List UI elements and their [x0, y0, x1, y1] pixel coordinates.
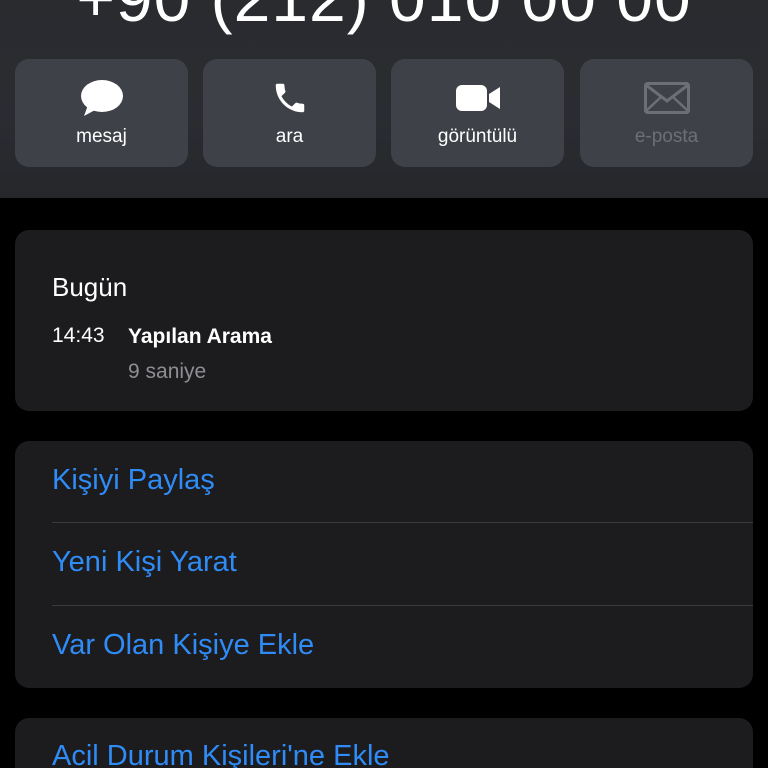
add-to-emergency-contacts-option[interactable]: Acil Durum Kişileri'ne Ekle	[15, 718, 753, 768]
message-bubble-icon	[15, 79, 188, 117]
video-camera-icon	[391, 79, 564, 117]
message-button-label: mesaj	[76, 126, 127, 147]
call-duration: 9 saniye	[128, 360, 207, 383]
add-to-emergency-contacts-label: Acil Durum Kişileri'ne Ekle	[52, 740, 390, 768]
video-call-button[interactable]: görüntülü	[391, 59, 564, 167]
create-new-contact-label: Yeni Kişi Yarat	[52, 546, 237, 578]
call-type: Yapılan Arama	[128, 325, 272, 348]
envelope-icon	[580, 79, 753, 117]
call-button[interactable]: ara	[203, 59, 376, 167]
create-new-contact-option[interactable]: Yeni Kişi Yarat	[15, 523, 753, 605]
add-to-existing-contact-option[interactable]: Var Olan Kişiye Ekle	[15, 606, 753, 688]
quick-actions: mesaj ara görüntülü e-posta	[15, 59, 753, 167]
message-button[interactable]: mesaj	[15, 59, 188, 167]
recent-calls-title: Bugün	[52, 272, 128, 302]
email-button-label: e-posta	[634, 126, 699, 147]
add-to-existing-contact-label: Var Olan Kişiye Ekle	[52, 629, 315, 661]
share-contact-option[interactable]: Kişiyi Paylaş	[15, 441, 753, 523]
email-button[interactable]: e-posta	[580, 59, 753, 167]
contact-header: +90 (212) 010 00 00 mesaj ara	[0, 0, 768, 198]
share-contact-label: Kişiyi Paylaş	[52, 464, 215, 496]
call-time: 14:43	[52, 324, 105, 347]
phone-icon	[203, 79, 376, 117]
contact-options-card: Kişiyi Paylaş Yeni Kişi Yarat Var Olan K…	[15, 441, 753, 688]
recent-calls-card: Bugün 14:43 Yapılan Arama 9 saniye	[15, 230, 753, 411]
contact-screen: +90 (212) 010 00 00 mesaj ara	[0, 0, 768, 768]
emergency-contacts-card: Acil Durum Kişileri'ne Ekle	[15, 718, 753, 768]
video-call-button-label: görüntülü	[437, 126, 518, 147]
phone-number: +90 (212) 010 00 00	[0, 0, 768, 36]
call-button-label: ara	[275, 126, 304, 147]
